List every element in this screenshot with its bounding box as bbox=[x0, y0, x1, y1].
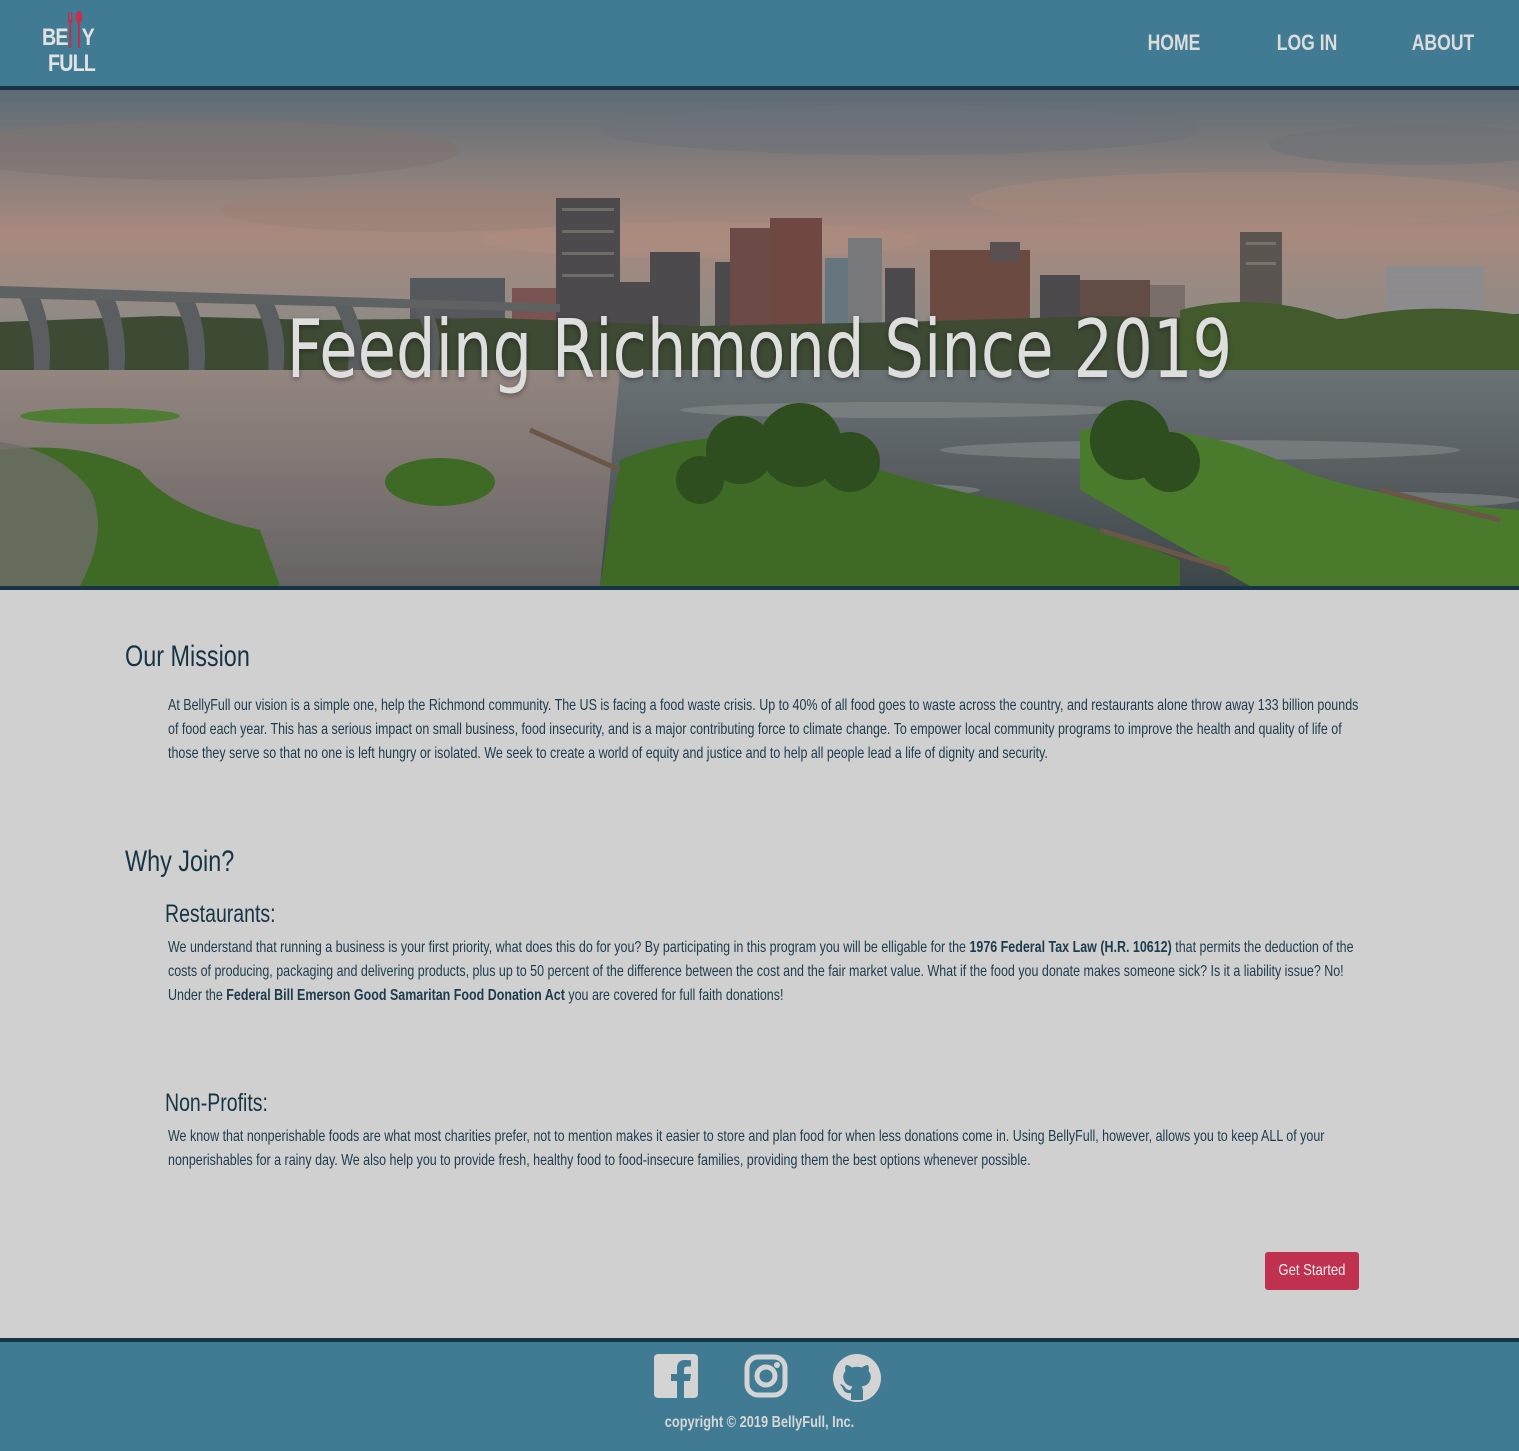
logo-text-top: BE bbox=[42, 24, 69, 51]
fork-spoon-icon bbox=[68, 11, 83, 48]
mission-text: At BellyFull our vision is a simple one,… bbox=[168, 697, 1359, 762]
hero-title: Feeding Richmond Since 2019 bbox=[286, 303, 1233, 396]
github-icon[interactable] bbox=[833, 1354, 881, 1402]
why-join-title: Why Join? bbox=[125, 845, 235, 878]
nav-about-link[interactable]: ABOUT bbox=[1403, 30, 1483, 56]
tax-law-reference: 1976 Federal Tax Law (H.R. 10612) bbox=[969, 939, 1172, 956]
navbar: BE Y FULL HOME LOG IN ABOUT bbox=[0, 0, 1519, 90]
nonprofits-title: Non-Profits: bbox=[165, 1089, 268, 1117]
facebook-icon[interactable] bbox=[654, 1354, 698, 1398]
restaurants-text-1: We understand that running a business is… bbox=[168, 939, 970, 956]
samaritan-act-reference: Federal Bill Emerson Good Samaritan Food… bbox=[226, 987, 565, 1004]
bellyfull-logo[interactable]: BE Y FULL bbox=[42, 10, 102, 76]
nav-login-link[interactable]: LOG IN bbox=[1267, 30, 1347, 56]
get-started-button[interactable]: Get Started bbox=[1265, 1252, 1359, 1290]
get-started-label: Get Started bbox=[1278, 1262, 1346, 1279]
copyright-text: copyright © 2019 BellyFull, Inc. bbox=[664, 1414, 855, 1431]
main-content: Our Mission At BellyFull our vision is a… bbox=[0, 590, 1519, 1338]
restaurants-title: Restaurants: bbox=[165, 900, 276, 928]
hero-banner: Feeding Richmond Since 2019 bbox=[0, 90, 1519, 590]
footer: copyright © 2019 BellyFull, Inc. bbox=[0, 1338, 1519, 1451]
nav-home-link[interactable]: HOME bbox=[1134, 30, 1214, 56]
mission-title: Our Mission bbox=[125, 640, 250, 673]
instagram-icon[interactable] bbox=[744, 1354, 788, 1398]
restaurants-text-3: you are covered for full faith donations… bbox=[564, 987, 784, 1004]
restaurants-text: We understand that running a business is… bbox=[168, 936, 1369, 1008]
logo-text-bottom: FULL bbox=[48, 50, 96, 77]
nonprofits-text: We know that nonperishable foods are wha… bbox=[168, 1128, 1325, 1169]
